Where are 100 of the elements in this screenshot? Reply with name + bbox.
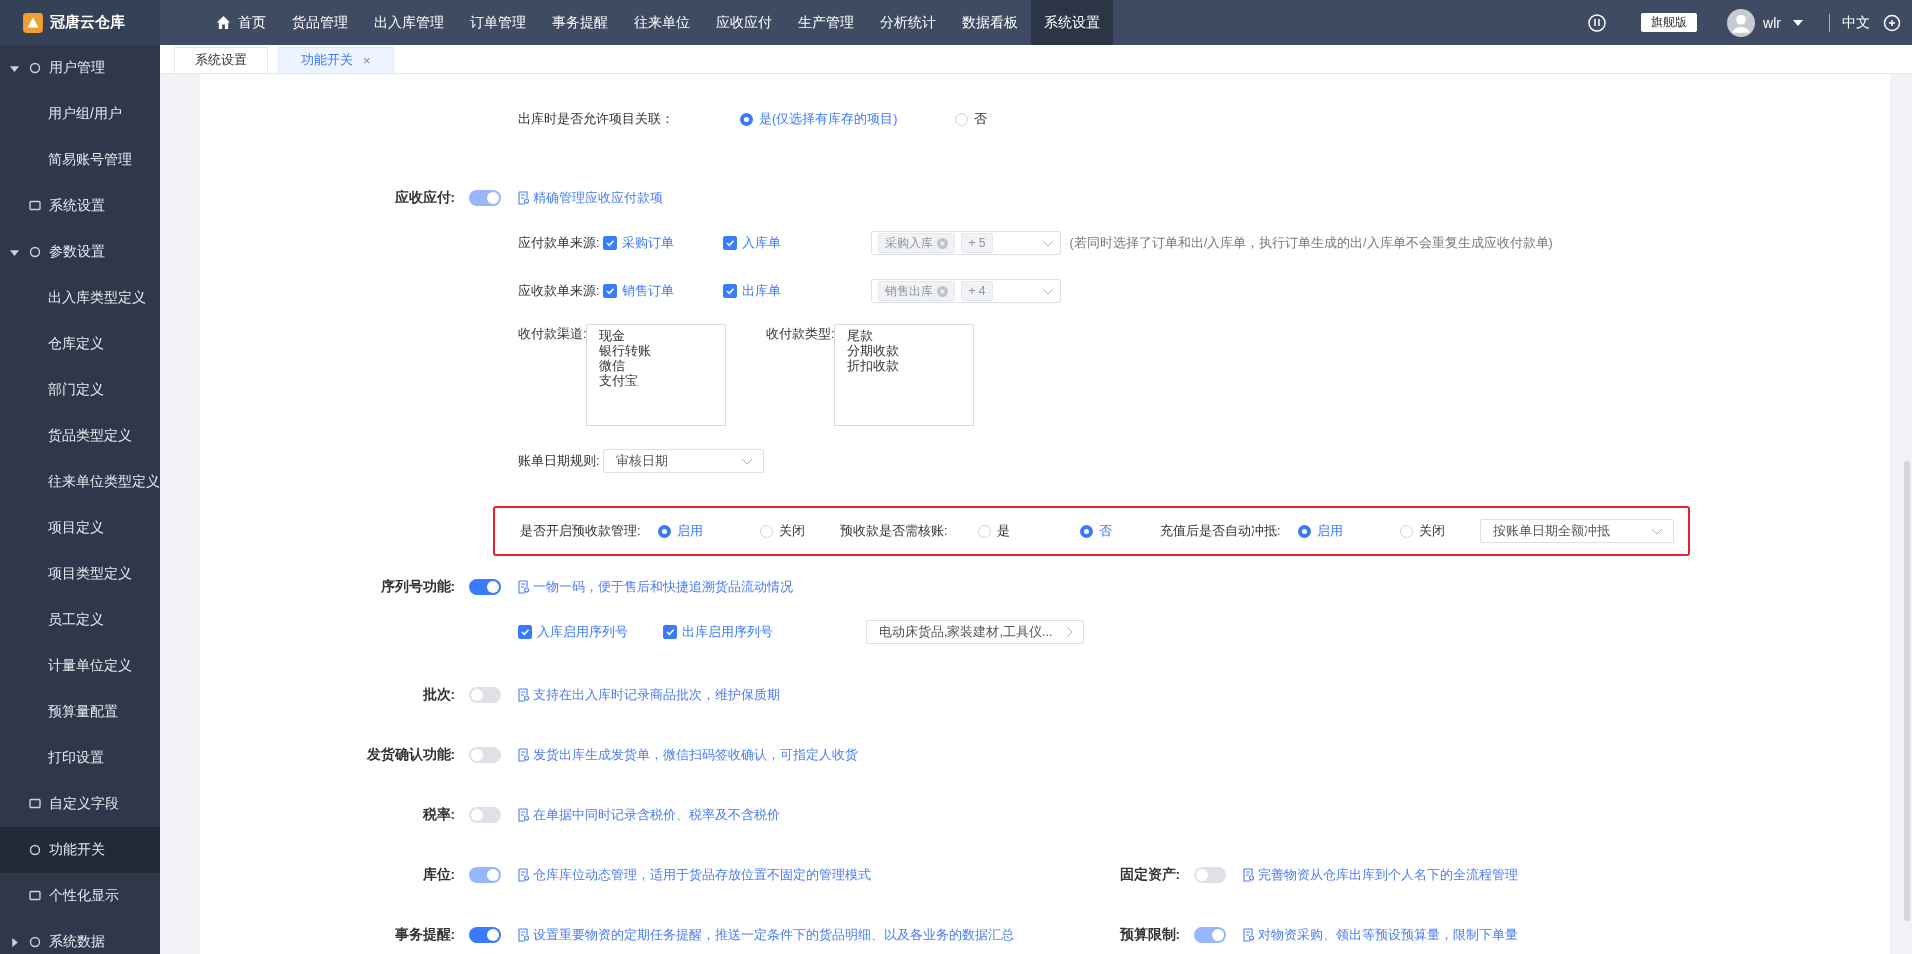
checkmark-icon (725, 238, 736, 248)
nav-item[interactable]: 首页 (203, 0, 279, 45)
menu-icon (28, 245, 42, 259)
sidebar-item[interactable]: 系统数据 (0, 919, 160, 954)
toggle-switch[interactable] (469, 927, 501, 943)
logo-icon (22, 11, 44, 34)
document-search-icon (1243, 868, 1255, 882)
nav-item[interactable]: 事务提醒 (539, 0, 621, 45)
menu-icon (28, 199, 42, 213)
chevron-right-icon (1066, 626, 1073, 638)
checkbox-option[interactable]: 出库启用序列号 (663, 623, 808, 641)
radio-option[interactable]: 否 (955, 110, 1170, 128)
field-label: 预收款是否需核账: (840, 522, 949, 540)
field-label: 充值后是否自动冲抵: (1160, 522, 1282, 540)
feature-label: 批次: (421, 686, 455, 704)
sidebar-item[interactable]: 自定义字段 (0, 781, 160, 827)
checkmark-icon (665, 627, 675, 637)
tag: 销售出库 (878, 281, 956, 301)
sidebar-item[interactable]: 简易账号管理 (0, 137, 160, 183)
feature-description: 仓库库位动态管理，适用于货品存放位置不固定的管理模式 (518, 866, 871, 884)
sidebar-item[interactable]: 项目定义 (0, 505, 160, 551)
nav-item[interactable]: 系统设置 (1031, 0, 1113, 45)
remove-tag-icon[interactable] (937, 237, 949, 249)
sidebar-item[interactable]: 功能开关 (0, 827, 160, 873)
feature-label: 发货确认功能: (365, 746, 455, 764)
document-search-icon (518, 580, 530, 594)
menu-icon (28, 935, 42, 949)
tab[interactable]: 功能开关 × (278, 47, 394, 73)
nav-item[interactable]: 订单管理 (457, 0, 539, 45)
home-icon (216, 15, 231, 30)
nav-item[interactable]: 往来单位 (621, 0, 703, 45)
circle-logo-icon[interactable] (1587, 12, 1608, 33)
toggle-switch[interactable] (469, 747, 501, 763)
field-label: 收付款渠道: (518, 326, 586, 343)
field-label: 应收款单来源: (518, 282, 600, 300)
field-label: 应付款单来源: (518, 234, 600, 252)
toggle-switch[interactable] (469, 687, 501, 703)
feature-label: 序列号功能: (379, 578, 455, 596)
sidebar-item[interactable]: 出入库类型定义 (0, 275, 160, 321)
checkbox-option[interactable]: 入库启用序列号 (518, 623, 663, 641)
remove-tag-icon[interactable] (937, 285, 949, 297)
sidebar-item[interactable]: 员工定义 (0, 597, 160, 643)
language-label[interactable]: 中文 (1842, 13, 1870, 32)
sidebar-item[interactable]: 参数设置 (0, 229, 160, 275)
document-search-icon (518, 191, 530, 205)
feature-label: 固定资产: (1118, 866, 1180, 884)
toggle-switch[interactable] (1194, 867, 1226, 883)
sidebar-item[interactable]: 个性化显示 (0, 873, 160, 919)
sidebar-item[interactable]: 部门定义 (0, 367, 160, 413)
sidebar-item[interactable]: 预算量配置 (0, 689, 160, 735)
document-search-icon (518, 688, 530, 702)
feature-description: 一物一码，便于售后和快捷追溯货品流动情况 (518, 578, 793, 596)
chevron-down-icon (1042, 287, 1055, 295)
sidebar-item[interactable]: 打印设置 (0, 735, 160, 781)
checkmark-icon (725, 286, 736, 296)
feature-description: 对物资采购、领出等预设预算量，限制下单量 (1243, 926, 1518, 944)
radio-option[interactable]: 是(仅选择有库存的项目) (740, 110, 955, 128)
checkmark-icon (520, 627, 530, 637)
avatar-icon[interactable] (1727, 8, 1756, 37)
sidebar-item[interactable]: 用户管理 (0, 45, 160, 91)
document-search-icon (518, 748, 530, 762)
sidebar-item[interactable]: 用户组/用户 (0, 91, 160, 137)
sidebar-item[interactable]: 货品类型定义 (0, 413, 160, 459)
sidebar-item[interactable]: 往来单位类型定义 (0, 459, 160, 505)
more-count: + 4 (961, 281, 993, 301)
scrollbar-thumb[interactable] (1904, 461, 1910, 921)
feature-description: 设置重要物资的定期任务提醒，推送一定条件下的货品明细、以及各业务的数据汇总 (518, 926, 1014, 944)
sidebar-item[interactable]: 项目类型定义 (0, 551, 160, 597)
tab[interactable]: 系统设置 (174, 47, 268, 73)
toggle-switch[interactable] (469, 579, 501, 595)
caret-icon[interactable] (1793, 19, 1803, 26)
document-search-icon (518, 868, 530, 882)
nav-item[interactable]: 货品管理 (279, 0, 361, 45)
menu-icon (28, 843, 42, 857)
select-field[interactable]: 电动床货品,家装建材,工具仪... (866, 620, 1084, 644)
edition-badge: 旗舰版 (1641, 13, 1698, 32)
field-label: 账单日期规则: (518, 452, 600, 470)
menu-icon (28, 797, 42, 811)
nav-item[interactable]: 数据看板 (949, 0, 1031, 45)
checkmark-icon (605, 286, 616, 296)
nav-item[interactable]: 应收应付 (703, 0, 785, 45)
feature-description: 发货出库生成发货单，微信扫码签收确认，可指定人收货 (518, 746, 858, 764)
menu-icon (28, 61, 42, 75)
sidebar-item[interactable]: 计量单位定义 (0, 643, 160, 689)
chevron-down-icon (741, 457, 754, 465)
user-name[interactable]: wlr (1763, 14, 1781, 31)
nav-item[interactable]: 出入库管理 (361, 0, 457, 45)
chevron-down-icon (1042, 239, 1055, 247)
menu-icon (28, 889, 42, 903)
checkmark-icon (605, 238, 616, 248)
app-name: 冠唐云仓库 (50, 13, 125, 32)
nav-item[interactable]: 分析统计 (867, 0, 949, 45)
field-label: 收付款类型: (766, 326, 834, 343)
sidebar-item[interactable]: 系统设置 (0, 183, 160, 229)
caret-icon (10, 63, 19, 73)
caret-icon (10, 937, 19, 947)
feature-description: 完善物资从仓库出库到个人名下的全流程管理 (1243, 866, 1518, 884)
sidebar-item[interactable]: 仓库定义 (0, 321, 160, 367)
nav-item[interactable]: 生产管理 (785, 0, 867, 45)
toggle-switch[interactable] (469, 807, 501, 823)
